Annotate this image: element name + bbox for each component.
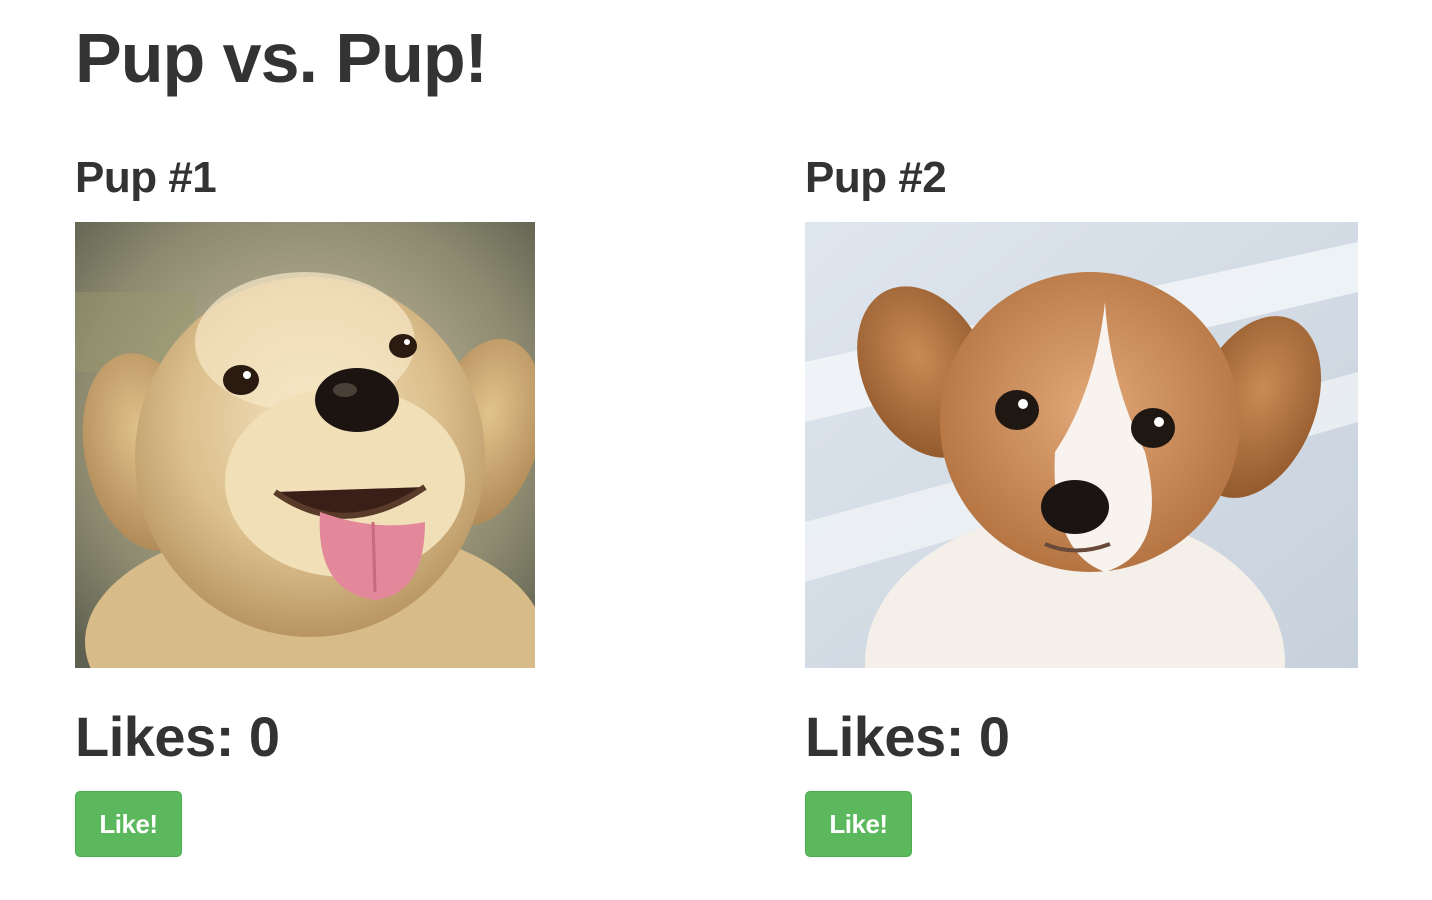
likes-label: Likes: — [75, 705, 234, 768]
puppy-image — [805, 222, 1358, 668]
pup-card-1: Pup #1 Likes: 0 Like! — [75, 150, 535, 857]
likes-count: Likes: 0 — [805, 702, 1010, 772]
likes-value: 0 — [248, 705, 280, 768]
pup-photo-2 — [805, 222, 1358, 668]
pup-photo-1 — [75, 222, 535, 668]
likes-count: Likes: 0 — [75, 702, 280, 772]
pup-name: Pup #1 — [75, 153, 217, 202]
like-button[interactable]: Like! — [75, 791, 182, 857]
likes-label: Likes: — [805, 705, 964, 768]
likes-value: 0 — [978, 705, 1010, 768]
puppy-image — [75, 222, 535, 668]
page-title: Pup vs. Pup! — [75, 19, 488, 97]
like-button[interactable]: Like! — [805, 791, 912, 857]
pup-name: Pup #2 — [805, 153, 947, 202]
pup-card-2: Pup #2 Likes: 0 Like! — [805, 150, 1358, 857]
page: Pup vs. Pup! Pup #1 Likes: 0 Like! Pup #… — [0, 0, 1432, 900]
